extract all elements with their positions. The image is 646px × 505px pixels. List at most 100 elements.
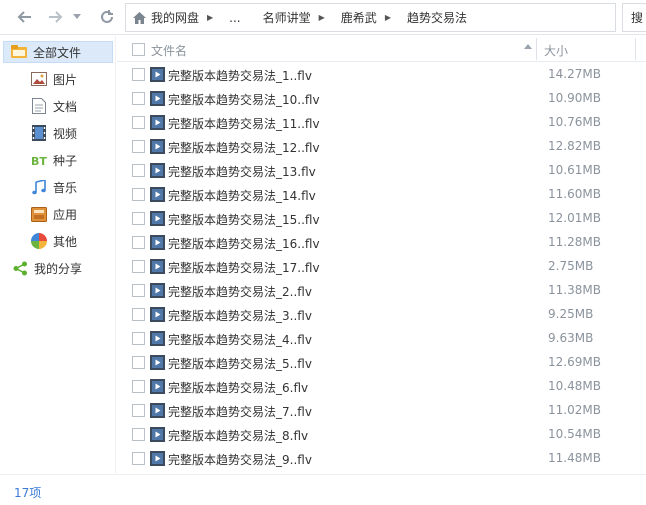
file-row[interactable]: 完整版本趋势交易法_12..flv 12.82MB [117, 135, 646, 159]
file-row[interactable]: 完整版本趋势交易法_13.flv 10.61MB [117, 159, 646, 183]
video-file-icon [150, 211, 165, 226]
column-header-name[interactable]: 文件名 [151, 42, 187, 59]
share-icon [12, 260, 28, 276]
video-file-icon [150, 403, 165, 418]
row-checkbox[interactable] [132, 332, 145, 345]
sidebar-item-my-shares[interactable]: 我的分享 [12, 257, 112, 279]
breadcrumb-ellipsis[interactable]: ... [225, 11, 258, 25]
row-checkbox[interactable] [132, 212, 145, 225]
breadcrumb-author[interactable]: 鹿希武 ▶ [337, 9, 403, 26]
file-row[interactable]: 完整版本趋势交易法_6.flv 10.48MB [117, 375, 646, 399]
item-count: 17项 [14, 486, 42, 500]
address-bar[interactable]: 我的网盘 ▶ ... 名师讲堂 ▶ 鹿希武 ▶ 趋势交易法 [125, 3, 616, 32]
folder-icon [11, 44, 27, 60]
refresh-icon [101, 10, 113, 23]
video-file-icon [150, 67, 165, 82]
column-header-size[interactable]: 大小 [544, 42, 568, 59]
back-button[interactable] [14, 6, 36, 28]
sort-ascending-icon[interactable] [524, 44, 532, 49]
row-checkbox[interactable] [132, 284, 145, 297]
sidebar-item-apps[interactable]: 应用 [31, 203, 111, 225]
file-size: 12.01MB [548, 211, 601, 225]
row-checkbox[interactable] [132, 260, 145, 273]
row-checkbox[interactable] [132, 92, 145, 105]
file-row[interactable]: 完整版本趋势交易法_8.flv 10.54MB [117, 423, 646, 447]
file-row[interactable]: 完整版本趋势交易法_15..flv 12.01MB [117, 207, 646, 231]
video-file-icon [150, 451, 165, 466]
file-row[interactable]: 完整版本趋势交易法_5..flv 12.69MB [117, 351, 646, 375]
sidebar-item-all-files[interactable]: 全部文件 [3, 41, 113, 63]
file-row[interactable]: 完整版本趋势交易法_4..flv 9.63MB [117, 327, 646, 351]
file-size: 11.48MB [548, 451, 601, 465]
row-checkbox[interactable] [132, 116, 145, 129]
row-checkbox[interactable] [132, 356, 145, 369]
file-name: 完整版本趋势交易法_3..flv [168, 309, 312, 323]
arrow-right-icon [49, 11, 63, 23]
video-file-icon [150, 139, 165, 154]
file-size: 10.48MB [548, 379, 601, 393]
row-checkbox[interactable] [132, 428, 145, 441]
video-file-icon [150, 187, 165, 202]
row-checkbox[interactable] [132, 380, 145, 393]
video-file-icon [150, 283, 165, 298]
toolbar: 我的网盘 ▶ ... 名师讲堂 ▶ 鹿希武 ▶ 趋势交易法 搜 [0, 0, 646, 35]
row-checkbox[interactable] [132, 308, 145, 321]
file-name: 完整版本趋势交易法_12..flv [168, 141, 320, 155]
file-row[interactable]: 完整版本趋势交易法_7..flv 11.02MB [117, 399, 646, 423]
row-checkbox[interactable] [132, 188, 145, 201]
sidebar-item-torrents[interactable]: BT 种子 [31, 149, 111, 171]
home-icon[interactable] [132, 11, 147, 25]
file-name: 完整版本趋势交易法_15..flv [168, 213, 320, 227]
app-icon [31, 206, 47, 222]
breadcrumb-teacher-lectures[interactable]: 名师讲堂 ▶ [259, 9, 337, 26]
sidebar-item-other[interactable]: 其他 [31, 230, 111, 252]
row-checkbox[interactable] [132, 452, 145, 465]
video-file-icon [150, 355, 165, 370]
file-row[interactable]: 完整版本趋势交易法_1..flv 14.27MB [117, 63, 646, 87]
row-checkbox[interactable] [132, 404, 145, 417]
row-checkbox[interactable] [132, 164, 145, 177]
refresh-button[interactable] [96, 6, 118, 28]
forward-button[interactable] [44, 6, 66, 28]
row-checkbox[interactable] [132, 140, 145, 153]
file-row[interactable]: 完整版本趋势交易法_14.flv 11.60MB [117, 183, 646, 207]
row-checkbox[interactable] [132, 236, 145, 249]
chevron-right-icon: ▶ [384, 13, 391, 22]
row-checkbox[interactable] [132, 68, 145, 81]
column-divider[interactable] [635, 38, 636, 60]
file-size: 11.28MB [548, 235, 601, 249]
sidebar-item-videos[interactable]: 视频 [31, 122, 111, 144]
file-row[interactable]: 完整版本趋势交易法_16..flv 11.28MB [117, 231, 646, 255]
search-input[interactable]: 搜 [622, 3, 646, 32]
file-name: 完整版本趋势交易法_2..flv [168, 285, 312, 299]
sidebar: 全部文件 图片 文档 视频 BT 种子 音乐 应用 其他 我的分享 [0, 36, 116, 473]
select-all-checkbox[interactable] [132, 43, 145, 56]
file-row[interactable]: 完整版本趋势交易法_9..flv 11.48MB [117, 447, 646, 471]
video-file-icon [150, 379, 165, 394]
video-icon [31, 125, 47, 141]
video-file-icon [150, 427, 165, 442]
file-name: 完整版本趋势交易法_16..flv [168, 237, 320, 251]
file-list-header: 文件名 大小 [117, 36, 646, 62]
video-file-icon [150, 235, 165, 250]
sidebar-item-documents[interactable]: 文档 [31, 95, 111, 117]
sidebar-item-music[interactable]: 音乐 [31, 176, 111, 198]
file-name: 完整版本趋势交易法_1..flv [168, 69, 312, 83]
breadcrumb-my-disk[interactable]: 我的网盘 ▶ [147, 9, 225, 26]
file-row[interactable]: 完整版本趋势交易法_10..flv 10.90MB [117, 87, 646, 111]
video-file-icon [150, 163, 165, 178]
history-dropdown[interactable] [70, 6, 84, 28]
column-divider[interactable] [536, 38, 537, 60]
file-size: 10.54MB [548, 427, 601, 441]
other-icon [31, 233, 47, 249]
file-row[interactable]: 完整版本趋势交易法_17..flv 2.75MB [117, 255, 646, 279]
file-size: 14.27MB [548, 67, 601, 81]
file-row[interactable]: 完整版本趋势交易法_3..flv 9.25MB [117, 303, 646, 327]
file-name: 完整版本趋势交易法_10..flv [168, 93, 320, 107]
file-row[interactable]: 完整版本趋势交易法_11..flv 10.76MB [117, 111, 646, 135]
sidebar-item-images[interactable]: 图片 [31, 68, 111, 90]
breadcrumb-current-folder[interactable]: 趋势交易法 [403, 9, 471, 26]
arrow-left-icon [17, 11, 31, 23]
chevron-right-icon: ▶ [318, 13, 325, 22]
file-row[interactable]: 完整版本趋势交易法_2..flv 11.38MB [117, 279, 646, 303]
